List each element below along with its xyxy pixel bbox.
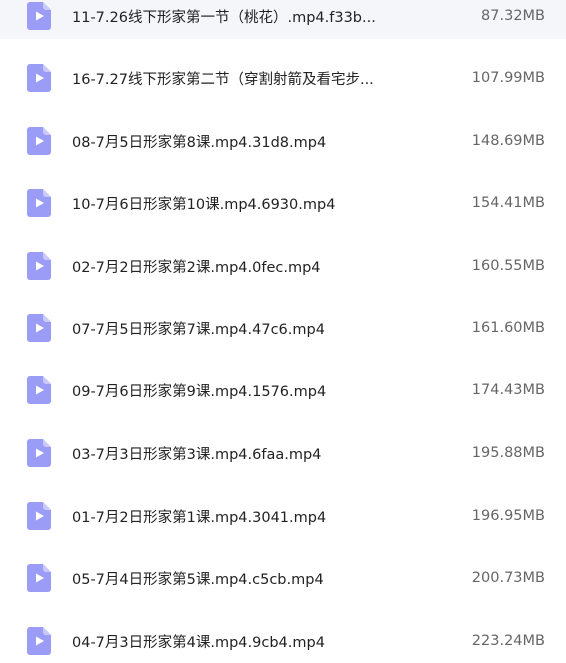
file-size: 174.43MB [471, 382, 545, 398]
file-row[interactable]: 07-7月5日形家第7课.mp4.47c6.mp4 161.60MB [0, 305, 566, 351]
file-list: 11-7.26线下形家第一节（桃花）.mp4.f33b... 87.32MB 16-… [0, 0, 566, 663]
file-row[interactable]: 08-7月5日形家第8课.mp4.31d8.mp4 148.69MB [0, 118, 566, 164]
file-name: 02-7月2日形家第2课.mp4.0fec.mp4 [72, 259, 321, 276]
video-file-icon [27, 502, 51, 530]
file-name: 16-7.27线下形家第二节（穿割射箭及看宅步... [72, 71, 374, 88]
file-row[interactable]: 01-7月2日形家第1课.mp4.3041.mp4 196.95MB [0, 493, 566, 539]
file-row[interactable]: 03-7月3日形家第3课.mp4.6faa.mp4 195.88MB [0, 430, 566, 476]
file-name: 10-7月6日形家第10课.mp4.6930.mp4 [72, 196, 336, 213]
file-size: 148.69MB [471, 133, 545, 149]
file-size: 223.24MB [471, 633, 545, 649]
file-name: 04-7月3日形家第4课.mp4.9cb4.mp4 [72, 634, 325, 651]
file-name: 07-7月5日形家第7课.mp4.47c6.mp4 [72, 321, 325, 338]
video-file-icon [27, 439, 51, 467]
file-size: 200.73MB [471, 570, 545, 586]
file-name: 08-7月5日形家第8课.mp4.31d8.mp4 [72, 134, 327, 151]
video-file-icon [27, 189, 51, 217]
video-file-icon [27, 64, 51, 92]
video-file-icon [27, 127, 51, 155]
file-name: 05-7月4日形家第5课.mp4.c5cb.mp4 [72, 571, 324, 588]
video-file-icon [27, 627, 51, 655]
file-size: 196.95MB [471, 508, 545, 524]
file-name: 01-7月2日形家第1课.mp4.3041.mp4 [72, 509, 327, 526]
file-name: 03-7月3日形家第3课.mp4.6faa.mp4 [72, 446, 322, 463]
video-file-icon [27, 376, 51, 404]
video-file-icon [27, 564, 51, 592]
video-file-icon [27, 252, 51, 280]
file-row[interactable]: 04-7月3日形家第4课.mp4.9cb4.mp4 223.24MB [0, 618, 566, 663]
file-row[interactable]: 09-7月6日形家第9课.mp4.1576.mp4 174.43MB [0, 367, 566, 413]
file-name: 09-7月6日形家第9课.mp4.1576.mp4 [72, 383, 327, 400]
file-row[interactable]: 11-7.26线下形家第一节（桃花）.mp4.f33b... 87.32MB [0, 0, 566, 39]
file-row[interactable]: 02-7月2日形家第2课.mp4.0fec.mp4 160.55MB [0, 243, 566, 289]
file-size: 154.41MB [471, 195, 545, 211]
file-size: 195.88MB [471, 445, 545, 461]
file-size: 160.55MB [471, 258, 545, 274]
file-row[interactable]: 16-7.27线下形家第二节（穿割射箭及看宅步... 107.99MB [0, 55, 566, 101]
file-size: 107.99MB [471, 70, 545, 86]
video-file-icon [27, 314, 51, 342]
file-name: 11-7.26线下形家第一节（桃花）.mp4.f33b... [72, 9, 376, 26]
file-row[interactable]: 10-7月6日形家第10课.mp4.6930.mp4 154.41MB [0, 180, 566, 226]
video-file-icon [27, 2, 51, 30]
file-size: 161.60MB [471, 320, 545, 336]
file-size: 87.32MB [481, 8, 545, 24]
file-row[interactable]: 05-7月4日形家第5课.mp4.c5cb.mp4 200.73MB [0, 555, 566, 601]
